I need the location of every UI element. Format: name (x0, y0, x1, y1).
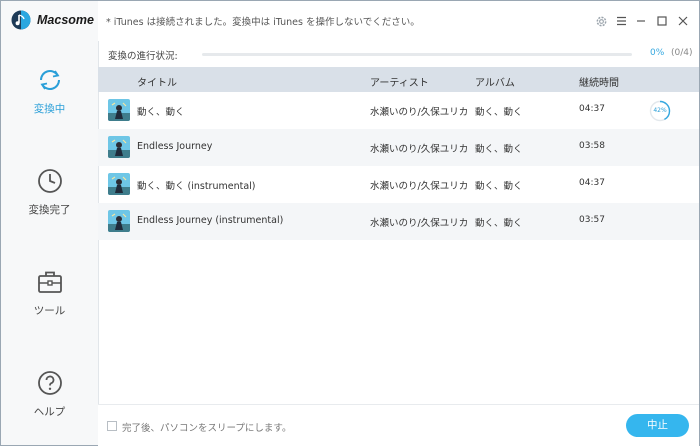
macsome-logo-icon (11, 10, 31, 30)
sleep-checkbox[interactable] (107, 421, 117, 431)
track-duration: 03:57 (579, 215, 605, 225)
toolbox-icon (37, 271, 62, 293)
header-artist[interactable]: アーティスト (370, 74, 429, 89)
converting-icon (39, 69, 60, 91)
track-duration: 04:37 (579, 178, 605, 188)
progress-count: (0/4) (671, 48, 693, 58)
help-icon (37, 371, 62, 395)
maximize-icon (657, 16, 667, 26)
header-album[interactable]: アルバム (475, 74, 515, 89)
close-button[interactable] (673, 11, 693, 31)
nav-converting-label: 変換中 (33, 103, 66, 115)
album-art (108, 173, 130, 195)
track-progress-text: 42% (653, 107, 667, 114)
track-artist: 水瀬いのり/久保ユリカ (370, 144, 469, 155)
nav-tools[interactable]: ツール (1, 269, 98, 318)
menu-icon (616, 16, 626, 26)
table-row[interactable]: Endless Journey 水瀬いのり/久保ユリカ 動く、動く 03:58 (98, 129, 699, 166)
overall-progress: 変換の進行状況: 0% (0/4) (98, 41, 699, 67)
track-title: Endless Journey (137, 141, 213, 152)
track-title: 動く、動く (instrumental) (137, 181, 256, 192)
nav-converted[interactable]: 変換完了 (1, 168, 98, 217)
track-artist: 水瀬いのり/久保ユリカ (370, 181, 469, 192)
progress-label: 変換の進行状況: (108, 51, 178, 62)
menu-button[interactable] (611, 11, 631, 31)
track-duration: 03:58 (579, 141, 605, 151)
nav-help-label: ヘルプ (33, 406, 66, 418)
stop-button[interactable]: 中止 (626, 414, 689, 437)
progress-percent: 0% (650, 48, 665, 58)
track-list: 動く、動く 水瀬いのり/久保ユリカ 動く、動く 04:37 42% Endles… (98, 92, 699, 240)
minimize-icon (637, 20, 645, 22)
table-header: タイトル アーティスト アルバム 継続時間 (98, 67, 699, 92)
itunes-notice: * iTunes は接続されました。変換中は iTunes を操作しないでくださ… (106, 17, 420, 28)
bottom-bar: 完了後、パソコンをスリープにします。 中止 (98, 404, 699, 446)
table-row[interactable]: Endless Journey (instrumental) 水瀬いのり/久保ユ… (98, 203, 699, 240)
track-album: 動く、動く (475, 181, 523, 192)
sleep-label[interactable]: 完了後、パソコンをスリープにします。 (122, 420, 291, 434)
track-duration: 04:37 (579, 104, 605, 114)
track-album: 動く、動く (475, 144, 523, 155)
maximize-button[interactable] (652, 11, 672, 31)
nav-help[interactable]: ヘルプ (1, 370, 98, 419)
track-album: 動く、動く (475, 107, 523, 118)
minimize-button[interactable] (631, 11, 651, 31)
progress-bar (202, 53, 632, 56)
settings-button[interactable] (591, 11, 611, 31)
track-artist: 水瀬いのり/久保ユリカ (370, 107, 469, 118)
sidebar: Macsome 変換中 変換完了 ツール ヘルプ (1, 1, 99, 445)
track-title: Endless Journey (instrumental) (137, 215, 284, 226)
header-duration[interactable]: 継続時間 (579, 74, 619, 89)
brand: Macsome (11, 10, 94, 30)
app-name: Macsome (37, 13, 94, 27)
track-artist: 水瀬いのり/久保ユリカ (370, 218, 469, 229)
settings-icon (596, 16, 606, 26)
album-art (108, 136, 130, 158)
track-album: 動く、動く (475, 218, 523, 229)
nav-converting[interactable]: 変換中 (1, 67, 98, 116)
nav-converted-label: 変換完了 (28, 204, 71, 216)
clock-icon (37, 169, 62, 193)
close-icon (678, 16, 688, 26)
table-row[interactable]: 動く、動く (instrumental) 水瀬いのり/久保ユリカ 動く、動く 0… (98, 166, 699, 203)
table-row[interactable]: 動く、動く 水瀬いのり/久保ユリカ 動く、動く 04:37 42% (98, 92, 699, 129)
track-title: 動く、動く (137, 107, 185, 118)
topbar: * iTunes は接続されました。変換中は iTunes を操作しないでくださ… (98, 1, 699, 41)
album-art (108, 99, 130, 121)
album-art (108, 210, 130, 232)
nav-tools-label: ツール (33, 305, 66, 317)
header-title[interactable]: タイトル (137, 74, 177, 89)
track-progress-ring: 42% (649, 100, 671, 122)
